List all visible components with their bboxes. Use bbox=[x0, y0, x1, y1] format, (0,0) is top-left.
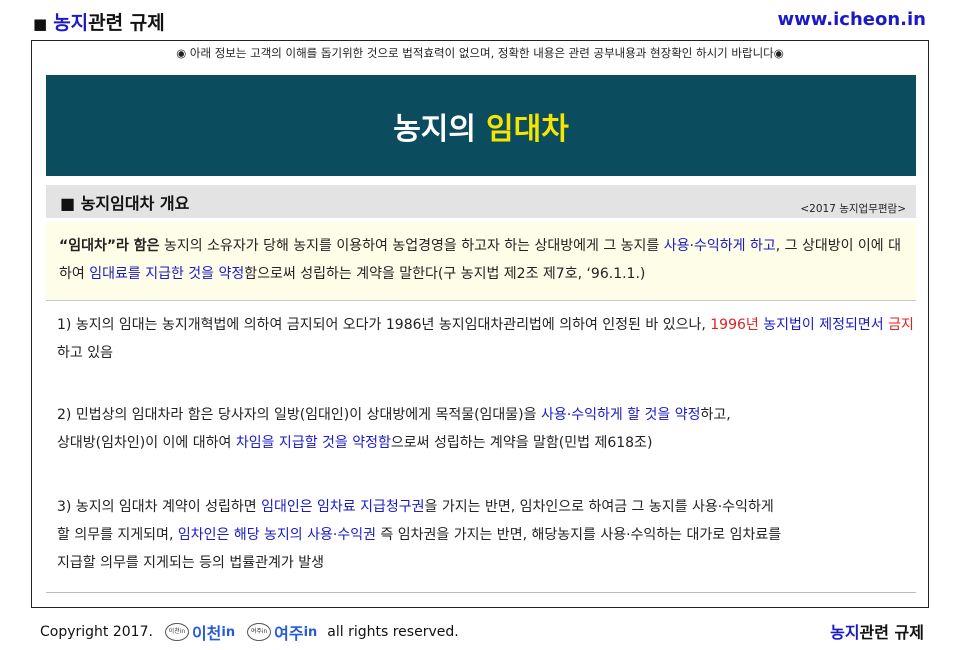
yeoju-logo-icon: 여주in bbox=[247, 623, 272, 641]
logo-text: 이천 bbox=[191, 624, 222, 643]
disclaimer-notice: ◉ 아래 정보는 고객의 이해를 돕기위한 것으로 법적효력이 없으며, 정확한… bbox=[176, 46, 784, 60]
icheon-logo[interactable]: 이천in 이천 in bbox=[164, 620, 236, 644]
item-text: 2) 민법상의 임대차라 함은 당사자의 일방(임대인)이 상대방에게 목적물(… bbox=[57, 407, 541, 423]
item-emphasis: 금지 bbox=[888, 317, 914, 333]
item-highlight: 농지법이 제정되면서 bbox=[758, 317, 889, 333]
definition-text: “임대차”라 함은 농지의 소유자가 당해 농지를 이용하여 농업경영을 하고자… bbox=[59, 232, 909, 288]
item-highlight: 임대인은 임차료 지급청구권 bbox=[261, 499, 425, 515]
item-text: 으로써 성립하는 계약을 말함(민법 제618조) bbox=[390, 435, 653, 451]
footer-title-rest: 관련 규제 bbox=[859, 623, 924, 642]
square-bullet-icon: ■ bbox=[33, 15, 48, 33]
item-emphasis: 1996년 bbox=[710, 317, 759, 333]
definition-term: “임대차”라 함은 bbox=[59, 238, 160, 254]
logo-suffix: in bbox=[303, 624, 318, 640]
item-text: 상대방(임차인)이 이에 대하여 bbox=[57, 435, 236, 451]
definition-part: 농지의 소유자가 당해 농지를 이용하여 농업경영을 하고자 하는 상대방에게 … bbox=[159, 238, 664, 254]
site-url[interactable]: www.icheon.in bbox=[778, 9, 926, 30]
definition-part: 함으로써 성립하는 계약을 말한다(구 농지법 제2조 제7호, ‘96.1.1… bbox=[244, 266, 646, 282]
logo-text: 여주 bbox=[274, 624, 304, 643]
list-item: 3) 농지의 임대차 계약이 성립하면 임대인은 임차료 지급청구권을 가지는 … bbox=[57, 493, 781, 577]
footer-copyright: Copyright 2017. 이천in 이천 in 여주in 여주 in all ri… bbox=[40, 620, 459, 644]
definition-highlight: 임대료를 지급한 것을 약정 bbox=[89, 266, 245, 282]
item-highlight: 차임을 지급할 것을 약정함 bbox=[235, 435, 391, 451]
page-banner: 농지의 임대차 bbox=[46, 75, 916, 176]
item-text: 즉 임차권을 가지는 반면, 해당농지를 사용·수익하는 대가로 임차료를 bbox=[375, 527, 782, 543]
icheon-logo-icon: 이천in bbox=[164, 623, 189, 641]
section-header: ■ 농지임대차 개요 <2017 농지업무편람> bbox=[46, 185, 916, 218]
banner-title: 농지의 bbox=[393, 111, 476, 147]
item-text: 지급할 의무를 지게되는 등의 법률관계가 발생 bbox=[57, 555, 324, 571]
item-text: 을 가지는 반면, 임차인으로 하여금 그 농지를 사용·수익하게 bbox=[424, 499, 774, 515]
yeoju-logo[interactable]: 여주in 여주 in bbox=[247, 620, 317, 644]
banner-title-highlight: 임대차 bbox=[486, 111, 569, 147]
definition-box: “임대차”라 함은 농지의 소유자가 당해 농지를 이용하여 농업경영을 하고자… bbox=[46, 222, 916, 301]
list-item: 2) 민법상의 임대차라 함은 당사자의 일방(임대인)이 상대방에게 목적물(… bbox=[57, 401, 731, 457]
list-item: 1) 농지의 임대는 농지개혁법에 의하여 금지되어 오다가 1986년 농지임… bbox=[57, 311, 917, 367]
logo-suffix: in bbox=[221, 624, 236, 640]
divider bbox=[46, 592, 916, 593]
header-title-rest: 관련 규제 bbox=[88, 12, 165, 34]
footer-title: 농지관련 규제 bbox=[830, 619, 924, 643]
header-title-accent: 농지 bbox=[53, 12, 89, 34]
definition-highlight: 사용·수익하게 하고 bbox=[663, 238, 776, 254]
copyright-text: Copyright 2017. bbox=[40, 624, 153, 640]
item-text: 3) 농지의 임대차 계약이 성립하면 bbox=[57, 499, 262, 515]
content-frame: ◉ 아래 정보는 고객의 이해를 돕기위한 것으로 법적효력이 없으며, 정확한… bbox=[31, 40, 929, 608]
section-title: ■ 농지임대차 개요 bbox=[60, 194, 190, 213]
item-text: 하고 있음 bbox=[57, 345, 113, 361]
footer-title-accent: 농지 bbox=[830, 623, 860, 642]
header-title: ■ 농지관련 규제 bbox=[33, 8, 165, 35]
item-text: 할 의무를 지게되며, bbox=[57, 527, 178, 543]
item-highlight: 임차인은 해당 농지의 사용·수익권 bbox=[177, 527, 376, 543]
item-text: 하고, bbox=[700, 407, 731, 423]
item-text: 1) 농지의 임대는 농지개혁법에 의하여 금지되어 오다가 1986년 농지임… bbox=[57, 317, 711, 333]
rights-text: all rights reserved. bbox=[327, 624, 459, 640]
item-highlight: 사용·수익하게 할 것을 약정 bbox=[540, 407, 701, 423]
section-source: <2017 농지업무편람> bbox=[800, 203, 906, 215]
